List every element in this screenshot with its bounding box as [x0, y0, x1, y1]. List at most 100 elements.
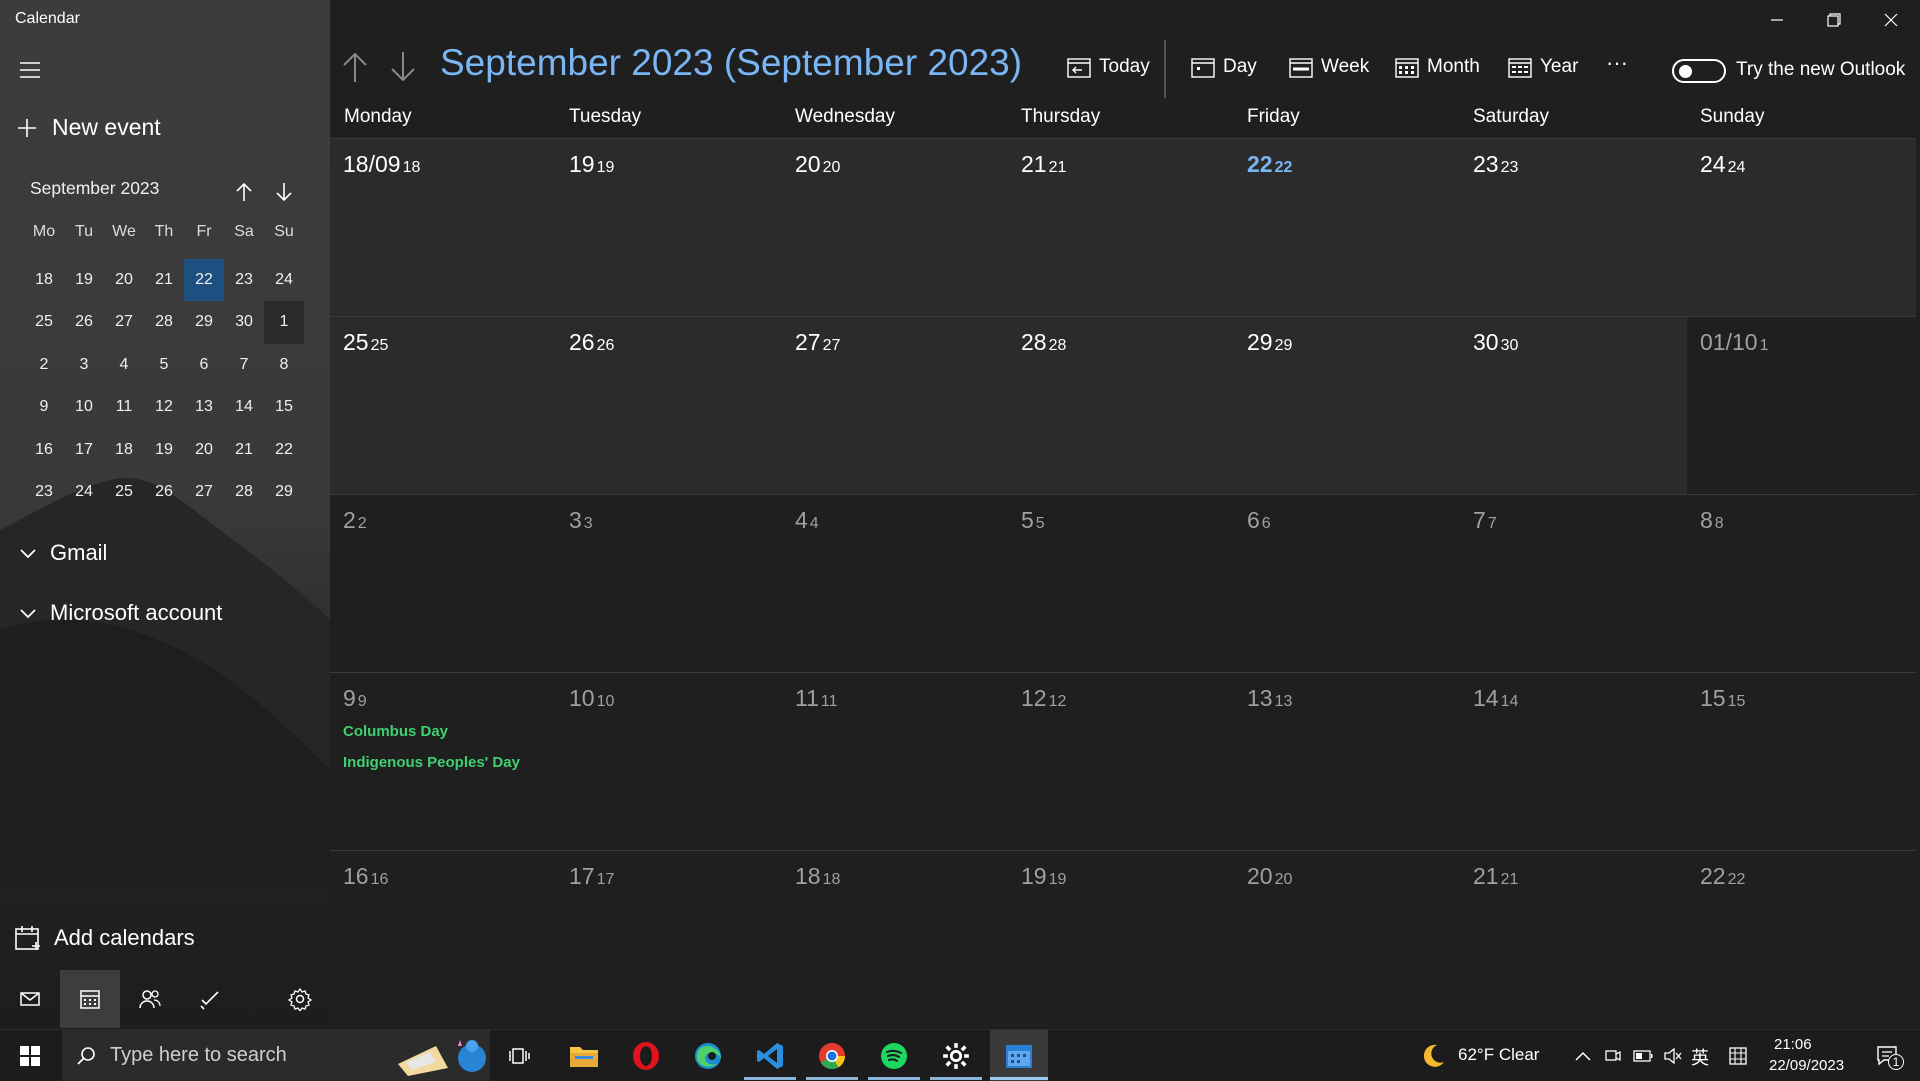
year-view-button[interactable]: Year — [1508, 56, 1578, 78]
mail-icon[interactable] — [0, 970, 60, 1028]
mini-calendar-day[interactable]: 26 — [64, 301, 104, 344]
task-view-icon[interactable] — [500, 1030, 540, 1081]
account-gmail[interactable]: Gmail — [18, 540, 107, 566]
mini-calendar-day[interactable]: 13 — [184, 386, 224, 429]
more-options-button[interactable]: ··· — [1606, 50, 1628, 76]
month-view-button[interactable]: Month — [1395, 56, 1480, 78]
chevron-up-icon[interactable] — [1570, 1030, 1596, 1081]
weather-text[interactable]: 62°F Clear — [1458, 1045, 1539, 1065]
calendar-day-cell[interactable]: 24 24 — [1687, 139, 1916, 316]
calendar-day-cell[interactable]: 01/10 1 — [1687, 317, 1916, 494]
calendar-day-cell[interactable]: 16 16 — [330, 851, 556, 1028]
hamburger-menu-icon[interactable] — [18, 58, 42, 82]
mini-calendar-day[interactable]: 8 — [264, 344, 304, 387]
mini-calendar-day[interactable]: 12 — [144, 386, 184, 429]
edge-browser-icon[interactable] — [682, 1030, 734, 1081]
mini-calendar-day[interactable]: 29 — [184, 301, 224, 344]
day-view-button[interactable]: Day — [1191, 56, 1257, 78]
calendar-app-icon[interactable] — [990, 1030, 1048, 1081]
calendar-day-cell[interactable]: 33 — [556, 495, 782, 672]
mini-calendar-day[interactable]: 6 — [184, 344, 224, 387]
week-view-button[interactable]: Week — [1289, 56, 1369, 78]
mini-calendar-day[interactable]: 18 — [24, 258, 64, 301]
calendar-day-cell[interactable]: 9 9 Columbus Day Indigenous Peoples' Day — [330, 673, 556, 850]
mini-calendar-day[interactable]: 19 — [64, 258, 104, 301]
calendar-day-cell[interactable]: 10 10 — [556, 673, 782, 850]
mini-calendar-day[interactable]: 10 — [64, 386, 104, 429]
calendar-day-cell[interactable]: 77 — [1460, 495, 1686, 672]
windows-start-icon[interactable] — [0, 1030, 60, 1081]
mini-calendar-day[interactable]: 18 — [104, 429, 144, 472]
mini-calendar-day[interactable]: 20 — [184, 429, 224, 472]
calendar-day-cell[interactable]: 55 — [1008, 495, 1234, 672]
mini-calendar-day[interactable]: 27 — [184, 471, 224, 514]
mini-calendar-title[interactable]: September 2023 — [30, 178, 159, 199]
account-microsoft[interactable]: Microsoft account — [18, 600, 222, 626]
calendar-day-cell[interactable]: 22 22 — [1234, 139, 1460, 316]
calendar-day-cell[interactable]: 18/09 18 — [330, 139, 556, 316]
calendar-day-cell[interactable]: 30 30 — [1460, 317, 1686, 494]
calendar-day-cell[interactable]: 13 13 — [1234, 673, 1460, 850]
month-title[interactable]: September 2023 (September 2023) — [440, 42, 1022, 84]
mini-calendar-day[interactable]: 16 — [24, 429, 64, 472]
mini-calendar-day[interactable]: 15 — [264, 386, 304, 429]
mini-calendar-next-arrow-icon[interactable] — [272, 180, 296, 204]
close-icon[interactable] — [1871, 8, 1911, 32]
clock-time[interactable]: 21:06 — [1774, 1036, 1812, 1053]
mini-calendar-day[interactable]: 27 — [104, 301, 144, 344]
calendar-day-cell[interactable]: 19 19 — [1008, 851, 1234, 1028]
spotify-icon[interactable] — [868, 1030, 920, 1081]
mini-calendar-day[interactable]: 25 — [104, 471, 144, 514]
mini-calendar-day[interactable]: 4 — [104, 344, 144, 387]
calendar-nav-icon[interactable] — [60, 970, 120, 1028]
chrome-icon[interactable] — [806, 1030, 858, 1081]
calendar-day-cell[interactable]: 14 14 — [1460, 673, 1686, 850]
mini-calendar-day[interactable]: 7 — [224, 344, 264, 387]
mini-calendar-prev-arrow-icon[interactable] — [232, 180, 256, 204]
mini-calendar-day[interactable]: 28 — [224, 471, 264, 514]
calendar-day-cell[interactable]: 22 — [330, 495, 556, 672]
mini-calendar-day[interactable]: 24 — [64, 471, 104, 514]
restore-icon[interactable] — [1814, 8, 1854, 32]
calendar-day-cell[interactable]: 66 — [1234, 495, 1460, 672]
todo-icon[interactable] — [180, 970, 240, 1028]
new-outlook-toggle[interactable] — [1672, 59, 1726, 83]
opera-browser-icon[interactable] — [620, 1030, 672, 1081]
mini-calendar-day[interactable]: 17 — [64, 429, 104, 472]
calendar-day-cell[interactable]: 18 18 — [782, 851, 1008, 1028]
mini-calendar-day[interactable]: 9 — [24, 386, 64, 429]
input-keyboard-icon[interactable] — [1724, 1030, 1752, 1081]
mini-calendar-day[interactable]: 2 — [24, 344, 64, 387]
calendar-day-cell[interactable]: 21 21 — [1008, 139, 1234, 316]
mini-calendar-day[interactable]: 29 — [264, 471, 304, 514]
calendar-day-cell[interactable]: 15 15 — [1687, 673, 1916, 850]
mini-calendar-day[interactable]: 5 — [144, 344, 184, 387]
calendar-day-cell[interactable]: 88 — [1687, 495, 1916, 672]
mini-calendar-day[interactable]: 1 — [264, 301, 304, 344]
mini-calendar-day[interactable]: 14 — [224, 386, 264, 429]
mini-calendar-day[interactable]: 20 — [104, 258, 144, 301]
mini-calendar-day[interactable]: 28 — [144, 301, 184, 344]
settings-gear-icon[interactable] — [270, 970, 330, 1028]
weather-moon-icon[interactable] — [1416, 1030, 1450, 1081]
calendar-day-cell[interactable]: 11 11 — [782, 673, 1008, 850]
add-calendars-button[interactable]: Add calendars — [14, 924, 195, 952]
mini-calendar-day[interactable]: 25 — [24, 301, 64, 344]
mini-calendar-day[interactable]: 26 — [144, 471, 184, 514]
calendar-day-cell[interactable]: 17 17 — [556, 851, 782, 1028]
taskbar-search-box[interactable]: Type here to search — [62, 1030, 490, 1081]
previous-month-arrow-icon[interactable] — [340, 50, 370, 84]
calendar-day-cell[interactable]: 23 23 — [1460, 139, 1686, 316]
mini-calendar-day[interactable]: 19 — [144, 429, 184, 472]
notification-center-icon[interactable]: 1 — [1866, 1030, 1910, 1081]
mini-calendar-day[interactable]: 3 — [64, 344, 104, 387]
calendar-day-cell[interactable]: 12 12 — [1008, 673, 1234, 850]
mini-calendar-day[interactable]: 30 — [224, 301, 264, 344]
minimize-icon[interactable] — [1757, 8, 1797, 32]
file-explorer-icon[interactable] — [558, 1030, 610, 1081]
calendar-day-cell[interactable]: 25 25 — [330, 317, 556, 494]
mini-calendar-day[interactable]: 21 — [144, 258, 184, 301]
calendar-day-cell[interactable]: 21 21 — [1460, 851, 1686, 1028]
calendar-day-cell[interactable]: 20 20 — [1234, 851, 1460, 1028]
calendar-day-cell[interactable]: 20 20 — [782, 139, 1008, 316]
